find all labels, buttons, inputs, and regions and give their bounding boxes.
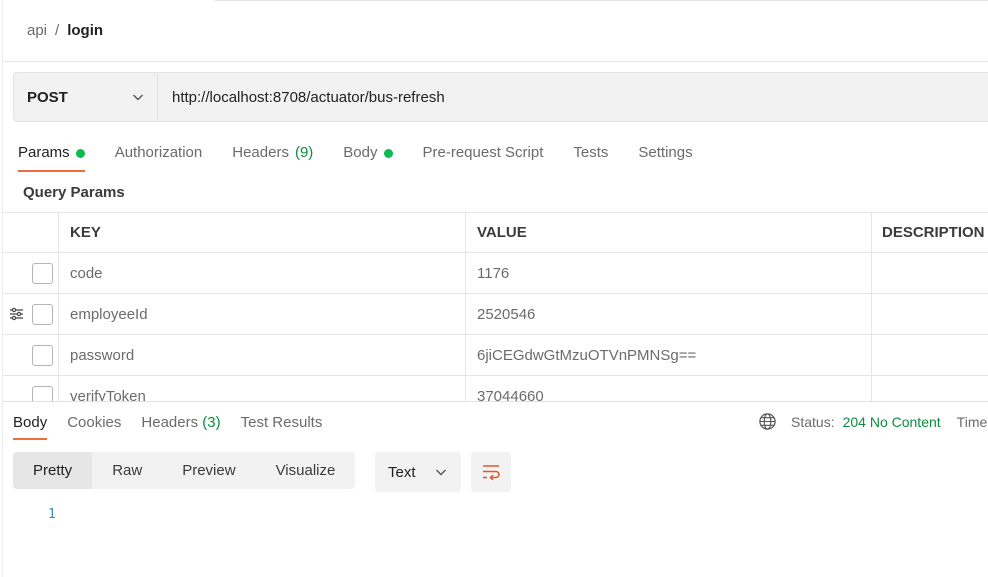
- status-value[interactable]: 204 No Content: [843, 414, 941, 430]
- request-bar: POST http://localhost:8708/actuator/bus-…: [13, 72, 988, 122]
- format-preview-button[interactable]: Preview: [162, 452, 255, 489]
- tab-params[interactable]: Params: [18, 140, 85, 172]
- tab-pre-request-script[interactable]: Pre-request Script: [423, 140, 544, 172]
- param-value[interactable]: 1176: [466, 253, 872, 293]
- table-row: password 6jiCEGdwGtMzuOTVnPMNSg==: [3, 335, 988, 376]
- chevron-down-icon: [133, 94, 143, 101]
- param-value[interactable]: 6jiCEGdwGtMzuOTVnPMNSg==: [466, 335, 872, 375]
- tab-label: Params: [18, 144, 70, 161]
- param-description[interactable]: [872, 294, 988, 334]
- tab-label: Authorization: [114, 144, 203, 161]
- param-description[interactable]: [872, 335, 988, 375]
- request-tabs: Params Authorization Headers (9) Body Pr…: [18, 140, 723, 172]
- method-label: POST: [27, 88, 68, 106]
- row-checkbox[interactable]: [32, 385, 53, 401]
- tab-response-headers[interactable]: Headers (3): [141, 412, 220, 440]
- tab-label: Headers: [141, 414, 199, 431]
- params-table-viewport: KEY VALUE DESCRIPTION code 1176 employee…: [0, 212, 988, 401]
- tab-tests[interactable]: Tests: [573, 140, 608, 172]
- breadcrumb: api / login: [27, 22, 103, 39]
- column-header-key: KEY: [59, 213, 466, 252]
- row-handle-cell: [3, 376, 59, 401]
- tab-response-cookies[interactable]: Cookies: [67, 412, 121, 440]
- param-key[interactable]: verifyToken: [59, 376, 466, 401]
- breadcrumb-separator: /: [55, 22, 60, 39]
- tab-response-body[interactable]: Body: [13, 412, 48, 440]
- header-handle-cell: [3, 213, 59, 252]
- drag-handle-icon[interactable]: [9, 306, 24, 322]
- response-status: Status: 204 No Content Time: [758, 412, 987, 431]
- tab-headers[interactable]: Headers (9): [232, 140, 313, 172]
- header-divider: [3, 61, 988, 62]
- tab-label: Tests: [573, 144, 609, 161]
- breadcrumb-current[interactable]: login: [67, 22, 103, 39]
- row-handle-cell: [3, 253, 59, 293]
- tab-label: Headers: [232, 144, 289, 161]
- top-border: [215, 0, 988, 1]
- tab-authorization[interactable]: Authorization: [115, 140, 203, 172]
- query-params-title: Query Params: [23, 184, 125, 201]
- tab-label: Cookies: [67, 414, 122, 431]
- tab-label: Test Results: [240, 414, 323, 431]
- param-description[interactable]: [872, 253, 988, 293]
- table-row: verifyToken 37044660: [3, 376, 988, 401]
- status-label: Status:: [791, 413, 835, 430]
- response-pane-splitter[interactable]: [3, 401, 988, 402]
- tab-label: Body: [343, 144, 378, 161]
- tab-body[interactable]: Body: [343, 140, 393, 172]
- method-select[interactable]: POST: [14, 73, 158, 121]
- row-handle-cell: [3, 335, 59, 375]
- time-label[interactable]: Time: [957, 414, 988, 430]
- table-header-row: KEY VALUE DESCRIPTION: [3, 212, 988, 253]
- row-checkbox[interactable]: [32, 262, 53, 284]
- chevron-down-icon: [436, 469, 446, 476]
- url-text: http://localhost:8708/actuator/bus-refre…: [172, 88, 445, 106]
- editor-line-number: 1: [48, 507, 56, 522]
- tab-label: Body: [13, 414, 48, 431]
- breadcrumb-parent[interactable]: api: [27, 22, 47, 39]
- row-checkbox[interactable]: [32, 303, 53, 325]
- param-value[interactable]: 37044660: [466, 376, 872, 401]
- response-tabs: Body Cookies Headers (3) Test Results: [13, 412, 342, 440]
- param-key[interactable]: code: [59, 253, 466, 293]
- language-select[interactable]: Text: [375, 452, 461, 492]
- param-description[interactable]: [872, 376, 988, 401]
- format-visualize-button[interactable]: Visualize: [256, 452, 356, 489]
- status-dot-icon: [383, 149, 393, 158]
- format-pretty-button[interactable]: Pretty: [13, 452, 93, 489]
- row-handle-cell: [3, 294, 59, 334]
- table-row: employeeId 2520546: [3, 294, 988, 335]
- param-key[interactable]: password: [59, 335, 466, 375]
- format-raw-button[interactable]: Raw: [92, 452, 162, 489]
- globe-icon[interactable]: [758, 412, 777, 431]
- params-table: KEY VALUE DESCRIPTION code 1176 employee…: [3, 212, 988, 401]
- status-dot-icon: [75, 149, 85, 158]
- column-header-description: DESCRIPTION: [882, 224, 985, 241]
- tab-label: Pre-request Script: [422, 144, 544, 161]
- language-label: Text: [388, 463, 416, 481]
- tab-count: (3): [202, 414, 221, 431]
- column-header-value: VALUE: [466, 213, 872, 252]
- tab-count: (9): [294, 144, 314, 161]
- wrap-lines-icon: [483, 465, 500, 481]
- tab-test-results[interactable]: Test Results: [241, 412, 323, 440]
- url-input[interactable]: http://localhost:8708/actuator/bus-refre…: [158, 73, 988, 121]
- param-value[interactable]: 2520546: [466, 294, 872, 334]
- tab-settings[interactable]: Settings: [638, 140, 692, 172]
- tab-label: Settings: [638, 144, 693, 161]
- row-checkbox[interactable]: [32, 344, 53, 366]
- table-row: code 1176: [3, 253, 988, 294]
- format-toggle-group: Pretty Raw Preview Visualize: [13, 452, 356, 489]
- wrap-lines-button[interactable]: [471, 452, 511, 492]
- param-key[interactable]: employeeId: [59, 294, 466, 334]
